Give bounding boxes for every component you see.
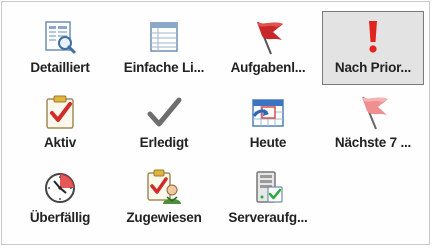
view-detailed-button[interactable]: Detailliert xyxy=(9,12,111,86)
pink-flag-icon xyxy=(322,93,424,131)
view-next-7-days-label: Nächste 7 ... xyxy=(334,135,412,150)
view-completed-label: Erledigt xyxy=(139,135,189,150)
view-today-label: Heute xyxy=(249,135,287,150)
view-completed-button[interactable]: Erledigt xyxy=(113,87,215,161)
view-server-tasks-button[interactable]: Serveraufg... xyxy=(217,162,319,236)
assigned-user-icon xyxy=(113,168,215,206)
view-gallery: Detailliert Einfache Li... Aufgabenl... xyxy=(1,1,430,245)
detailed-list-icon xyxy=(9,18,111,56)
view-detailed-label: Detailliert xyxy=(30,60,90,75)
view-active-label: Aktiv xyxy=(43,135,76,150)
view-simple-list-label: Einfache Li... xyxy=(123,60,205,75)
clock-icon xyxy=(9,168,111,206)
view-next-7-days-button[interactable]: Nächste 7 ... xyxy=(322,87,424,161)
clipboard-check-icon xyxy=(9,93,111,131)
view-server-tasks-label: Serveraufg... xyxy=(228,210,308,225)
view-task-list-label: Aufgabenl... xyxy=(230,60,306,75)
simple-list-icon xyxy=(113,18,215,56)
view-overdue-button[interactable]: Überfällig xyxy=(9,162,111,236)
view-simple-list-button[interactable]: Einfache Li... xyxy=(113,12,215,86)
view-active-button[interactable]: Aktiv xyxy=(9,87,111,161)
exclamation-icon xyxy=(323,18,423,56)
calendar-today-icon xyxy=(217,93,319,131)
view-assigned-button[interactable]: Zugewiesen xyxy=(113,162,215,236)
view-by-priority-label: Nach Prior... xyxy=(334,60,412,75)
server-task-icon xyxy=(217,168,319,206)
checkmark-icon xyxy=(113,93,215,131)
view-by-priority-button[interactable]: Nach Prior... xyxy=(322,11,424,85)
view-task-list-button[interactable]: Aufgabenl... xyxy=(217,12,319,86)
view-today-button[interactable]: Heute xyxy=(217,87,319,161)
red-flag-icon xyxy=(217,18,319,56)
view-assigned-label: Zugewiesen xyxy=(126,210,202,225)
view-overdue-label: Überfällig xyxy=(29,210,91,225)
